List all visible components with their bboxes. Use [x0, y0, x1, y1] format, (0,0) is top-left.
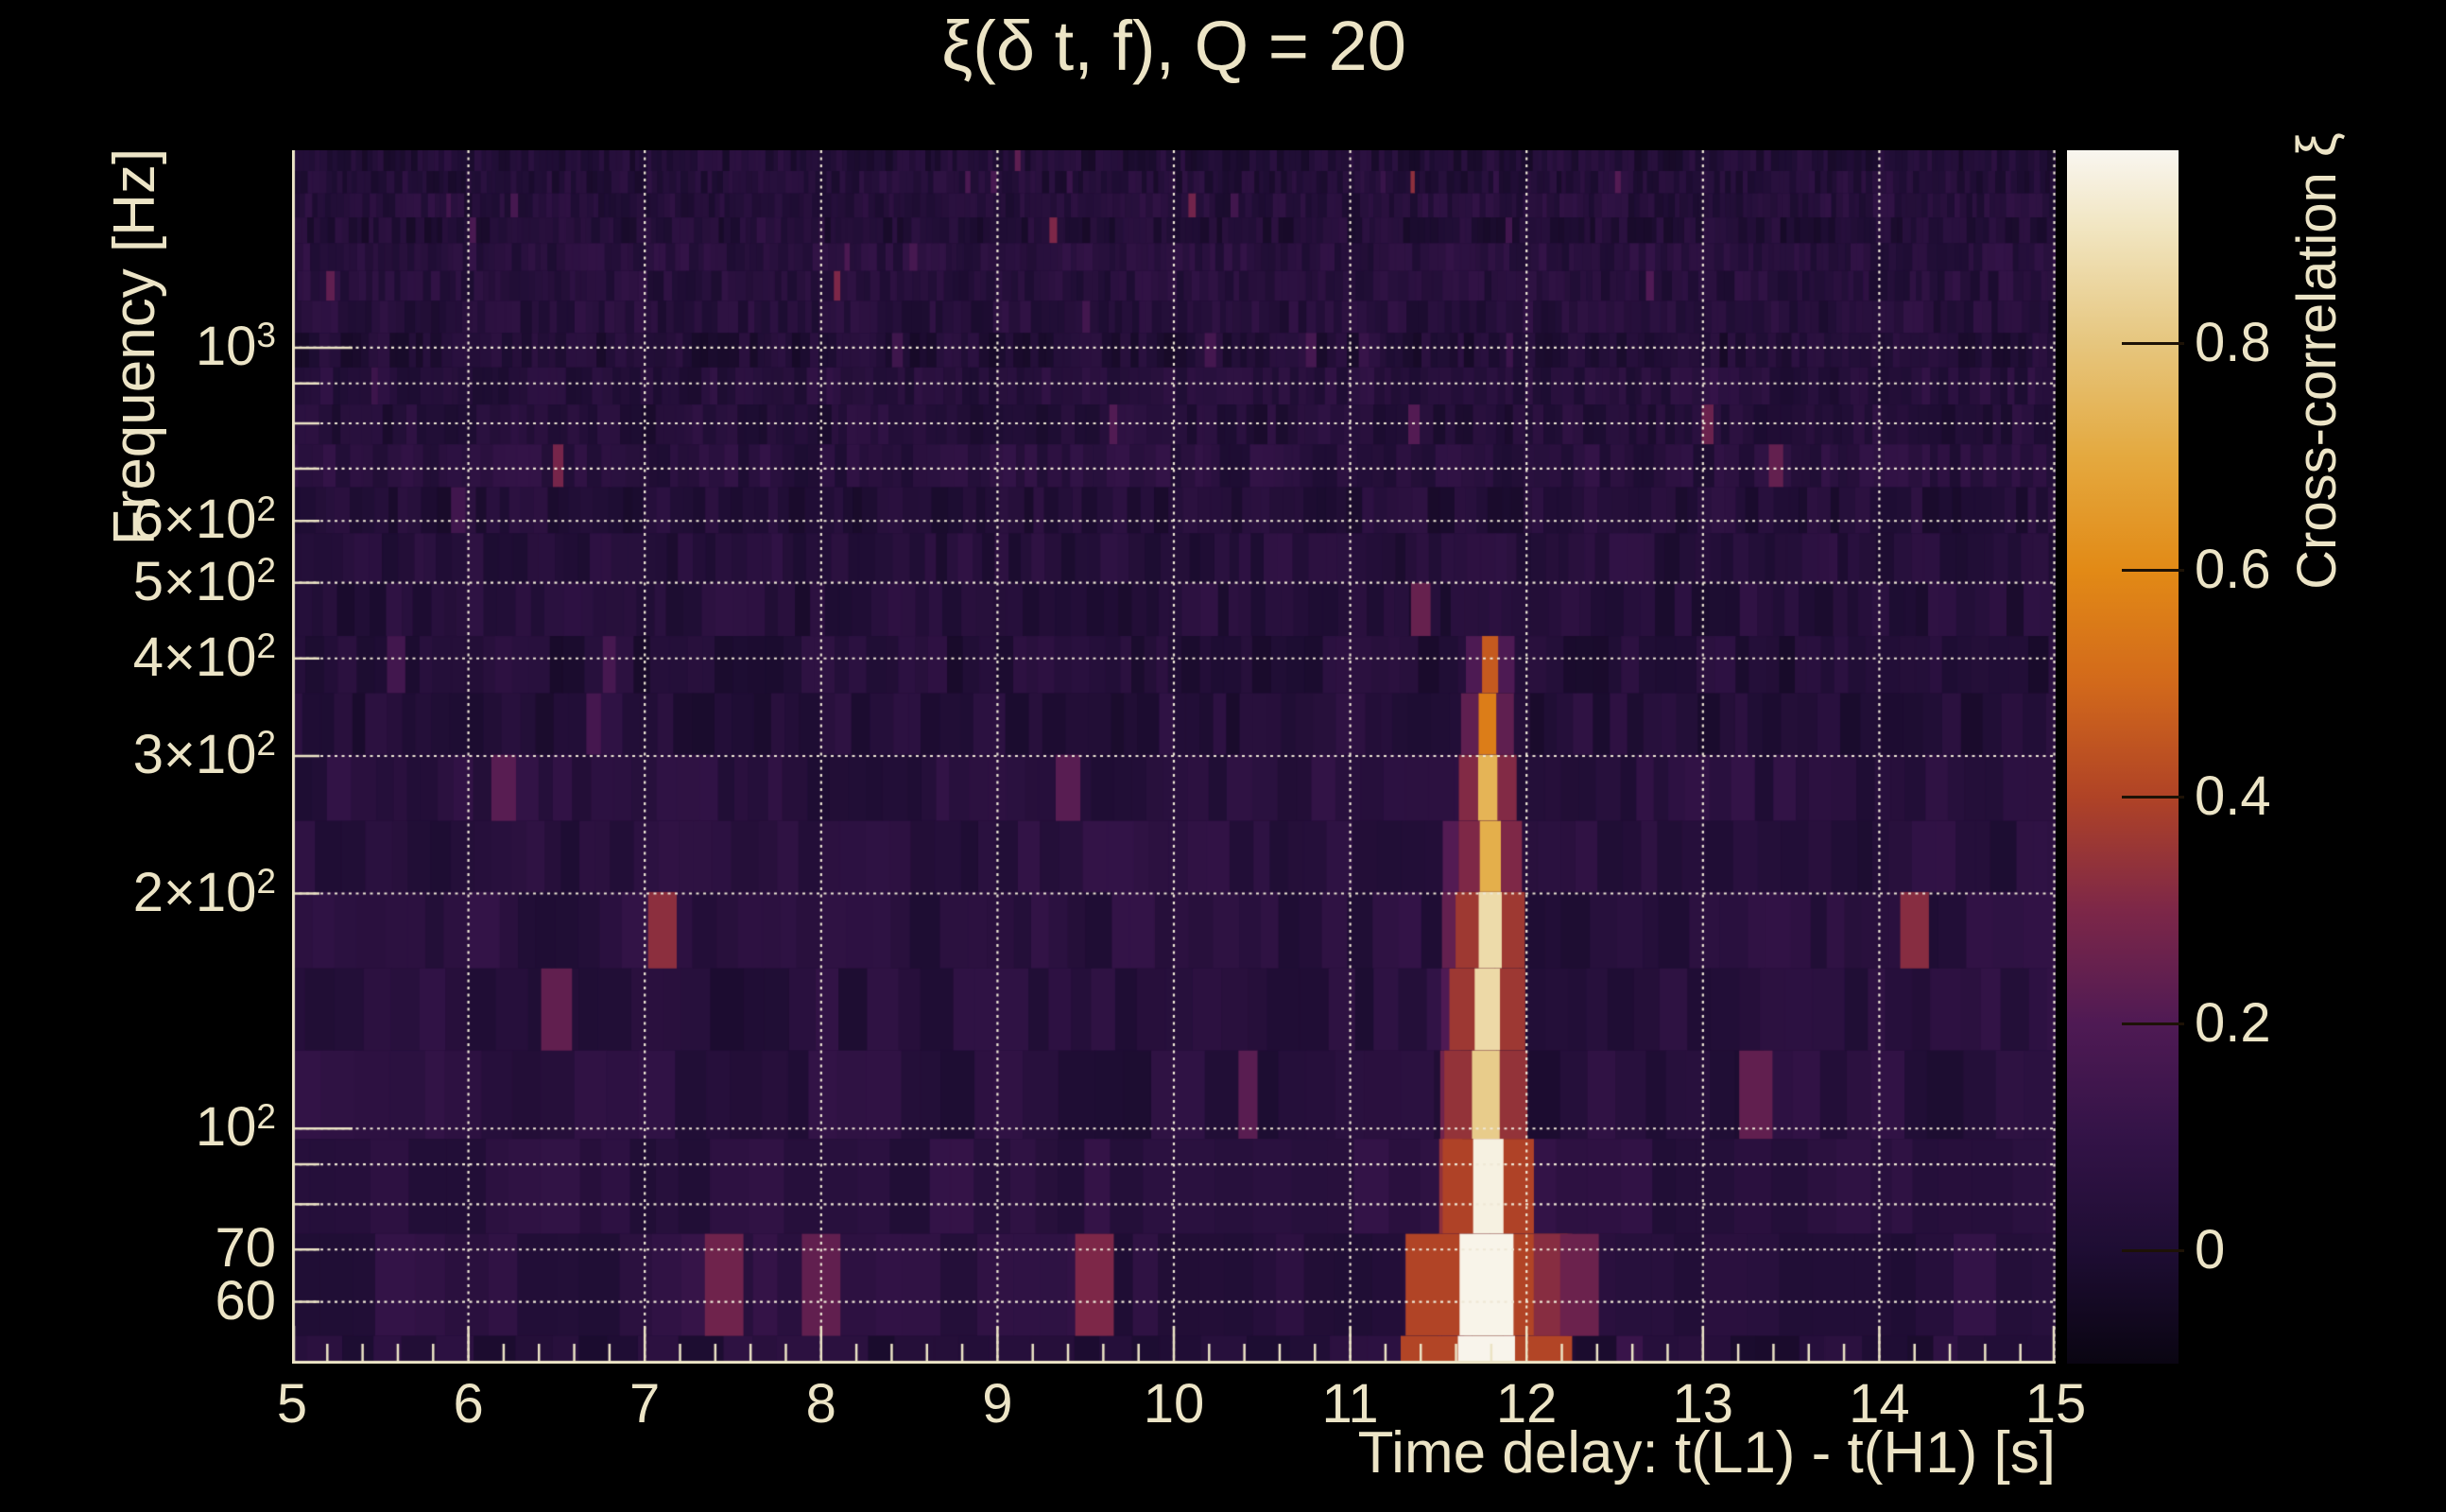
y-tick-label-500: 5×102 [132, 550, 276, 612]
y-tick-label-300: 3×102 [132, 723, 276, 785]
x-tick-label-7: 7 [629, 1373, 661, 1435]
y-tick-label-400: 4×102 [132, 626, 276, 688]
x-tick-label-8: 8 [805, 1373, 836, 1435]
y-tick-label-60: 60 [215, 1269, 276, 1332]
colorbar-tick-mark-0.6 [2122, 568, 2184, 572]
colorbar-gradient [2067, 150, 2179, 1364]
colorbar-tick-mark-0.8 [2122, 341, 2184, 345]
y-tick-label-200: 2×102 [132, 860, 276, 923]
colorbar-tick-label-0: 0 [2195, 1219, 2226, 1280]
colorbar-tick-label-0.2: 0.2 [2195, 992, 2271, 1054]
colorbar-tick-label-0.6: 0.6 [2195, 539, 2271, 600]
colorbar-tick-label-0.4: 0.4 [2195, 765, 2271, 827]
chart-title: ξ(δ t, f), Q = 20 [941, 7, 1406, 85]
x-axis-title: Time delay: t(L1) - t(H1) [s] [1357, 1420, 2056, 1486]
y-tick-label-70: 70 [215, 1217, 276, 1280]
x-tick-label-6: 6 [453, 1373, 484, 1435]
y-tick-label-100: 102 [195, 1095, 276, 1159]
qtransform-cross-correlation-figure: ξ(δ t, f), Q = 20 Frequency [Hz] 103 6×10… [0, 0, 2446, 1512]
spectrogram-heatmap-canvas [292, 150, 2056, 1364]
colorbar-tick-mark-0.2 [2122, 1022, 2184, 1025]
y-tick-label-1000: 103 [195, 315, 276, 377]
colorbar-title: Cross-correlation ξ [2286, 132, 2348, 590]
colorbar-tick-mark-0 [2122, 1248, 2184, 1252]
x-tick-label-5: 5 [276, 1373, 308, 1435]
y-tick-label-600: 6×102 [132, 488, 276, 551]
colorbar-tick-mark-0.4 [2122, 795, 2184, 799]
x-tick-label-9: 9 [982, 1373, 1013, 1435]
colorbar-tick-label-0.8: 0.8 [2195, 312, 2271, 373]
